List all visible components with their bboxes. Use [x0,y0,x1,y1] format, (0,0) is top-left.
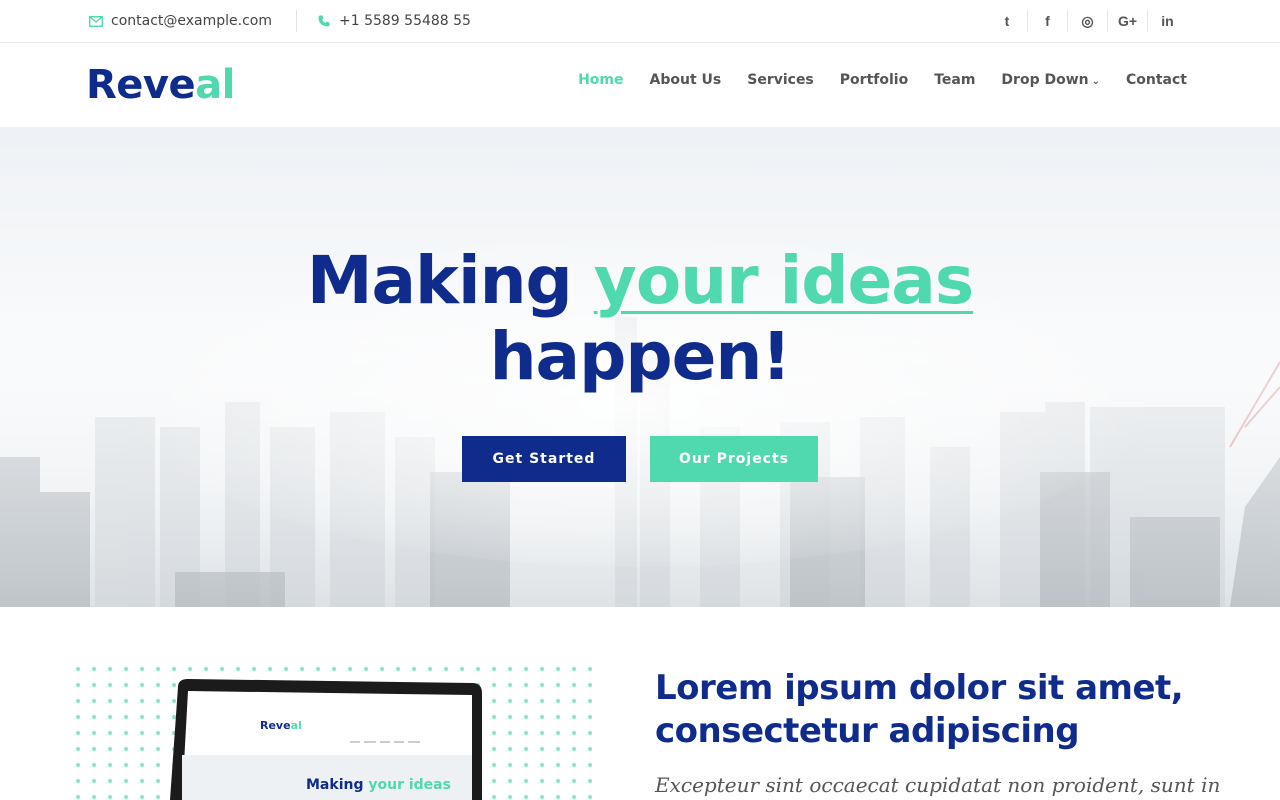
hero-title-end: happen! [489,318,792,395]
nav-contact[interactable]: Contact [1126,72,1187,88]
logo-main: Reve [86,62,196,108]
nav-services[interactable]: Services [747,72,814,88]
contact-info: contact@example.com +1 5589 55488 55 [89,0,471,42]
about-section: Reveal Making your ideas Lorem ipsum dol… [0,607,1280,800]
hero-section: Making your ideas happen! Get Started Ou… [0,127,1280,607]
instagram-icon[interactable]: ◎ [1067,10,1107,32]
linkedin-icon[interactable]: in [1147,10,1187,32]
laptop-mockup-graphic: Reveal Making your ideas [74,665,604,800]
mockup-hero-title: Making your ideas [306,777,451,793]
facebook-icon[interactable]: f [1027,10,1067,32]
twitter-icon[interactable]: t [987,10,1027,32]
nav-team[interactable]: Team [934,72,975,88]
hero-title-highlight: your ideas [593,242,974,319]
phone-item[interactable]: +1 5589 55488 55 [317,13,471,29]
logo-accent: al [195,62,235,108]
site-logo[interactable]: Reveal [86,63,235,107]
nav-drop-down[interactable]: Drop Down ⌄ [1001,72,1100,88]
nav-drop-down-label: Drop Down [1001,72,1089,88]
phone-text[interactable]: +1 5589 55488 55 [339,13,471,29]
hero-title-start: Making [306,242,594,319]
email-text[interactable]: contact@example.com [111,13,272,29]
nav-portfolio[interactable]: Portfolio [840,72,908,88]
nav-home[interactable]: Home [578,72,623,88]
phone-icon [317,15,331,27]
email-item[interactable]: contact@example.com [89,13,272,29]
get-started-button[interactable]: Get Started [462,436,626,482]
our-projects-button[interactable]: Our Projects [650,436,818,482]
mockup-logo: Reveal [260,719,302,732]
about-heading: Lorem ipsum dolor sit amet, consectetur … [655,668,1184,751]
about-lead-text: Excepteur sint occaecat cupidatat non pr… [655,773,1221,797]
top-bar: contact@example.com +1 5589 55488 55 t f… [0,0,1280,43]
hero-title: Making your ideas happen! [0,243,1280,395]
nav-about-us[interactable]: About Us [650,72,722,88]
social-links: t f ◎ G+ in [987,0,1187,42]
site-header: Reveal Home About Us Services Portfolio … [0,43,1280,127]
main-nav: Home About Us Services Portfolio Team Dr… [578,72,1187,88]
envelope-icon [89,15,103,27]
laptop-mockup-image: Reveal Making your ideas [74,665,604,800]
chevron-down-icon: ⌄ [1091,76,1100,87]
divider [296,10,297,32]
google-plus-icon[interactable]: G+ [1107,10,1147,32]
